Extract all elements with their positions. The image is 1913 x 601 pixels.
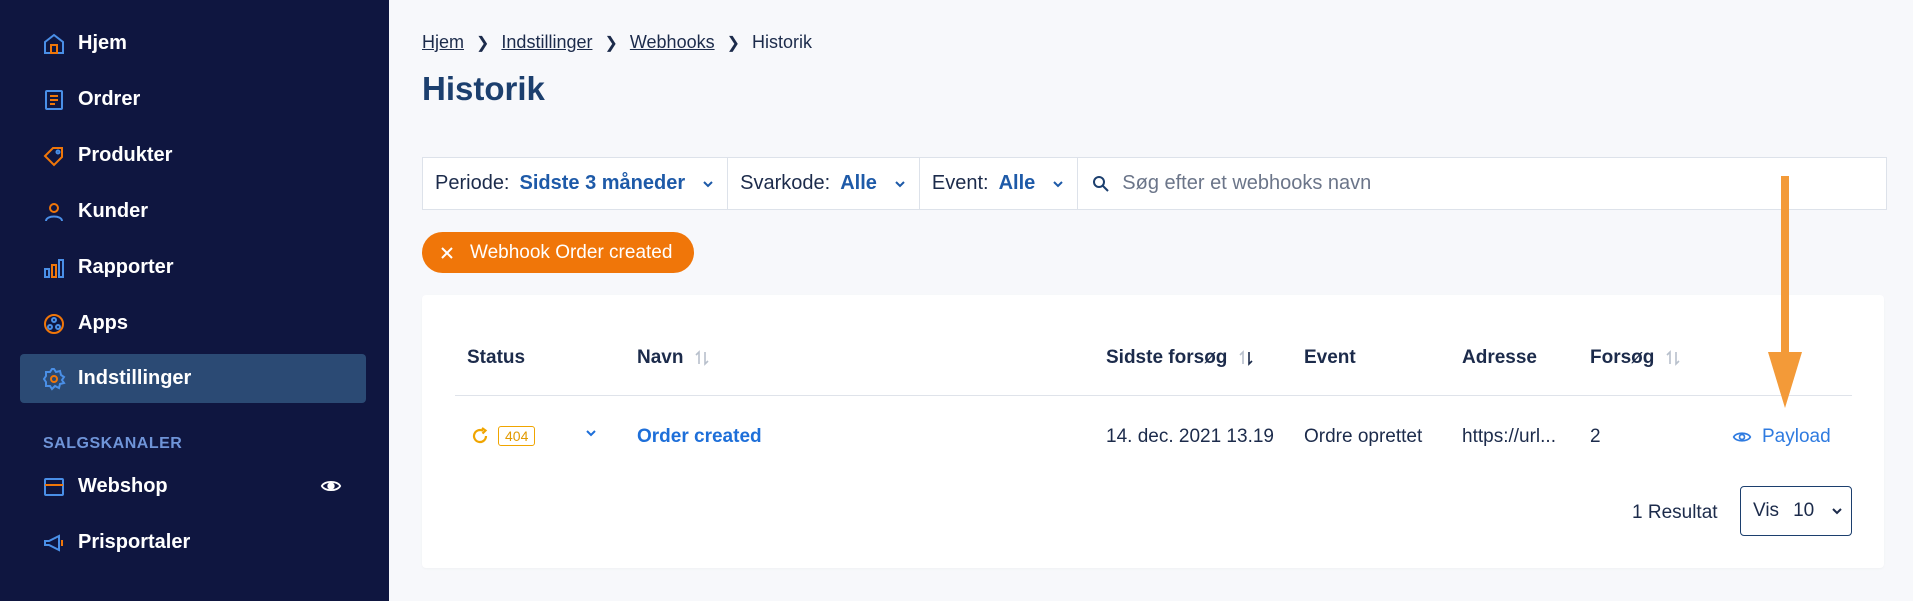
filter-label: Event: bbox=[931, 172, 989, 194]
sidebar-item-label: Webshop bbox=[78, 475, 168, 497]
sidebar-item-orders[interactable]: Ordrer bbox=[20, 75, 366, 124]
history-table-card: Status Navn Sidste forsøg Event Adresse … bbox=[422, 295, 1884, 568]
sidebar-item-reports[interactable]: Rapporter bbox=[20, 243, 366, 292]
breadcrumb-current: Historik bbox=[752, 32, 813, 52]
page-size-label: Vis bbox=[1753, 500, 1780, 521]
payload-label: Payload bbox=[1762, 426, 1831, 447]
column-header-attempts[interactable]: Forsøg bbox=[1590, 347, 1682, 369]
sidebar-item-label: Hjem bbox=[78, 32, 127, 54]
search-field bbox=[1078, 172, 1886, 195]
breadcrumb-separator-icon: ❯ bbox=[726, 34, 740, 52]
chevron-down-icon bbox=[586, 430, 596, 437]
filter-response-code[interactable]: Svarkode: Alle bbox=[728, 158, 920, 209]
store-icon bbox=[42, 475, 66, 499]
annotation-arrow-icon bbox=[1768, 176, 1802, 408]
breadcrumb: Hjem ❯ Indstillinger ❯ Webhooks ❯ Histor… bbox=[422, 32, 812, 53]
webhook-name-link[interactable]: Order created bbox=[637, 426, 762, 448]
sidebar-item-label: Ordrer bbox=[78, 88, 141, 110]
eye-icon bbox=[1732, 432, 1752, 442]
breadcrumb-link-home[interactable]: Hjem bbox=[422, 32, 464, 53]
column-header-label: Event bbox=[1304, 347, 1356, 368]
sidebar-item-apps[interactable]: Apps bbox=[20, 299, 366, 348]
chevron-down-icon bbox=[895, 180, 905, 187]
column-header-event: Event bbox=[1304, 347, 1356, 369]
sort-descending-icon[interactable] bbox=[1237, 349, 1255, 367]
breadcrumb-separator-icon: ❯ bbox=[604, 34, 618, 52]
sidebar-item-home[interactable]: Hjem bbox=[20, 19, 366, 68]
sidebar-item-label: Prisportaler bbox=[78, 531, 191, 553]
section-label-sales-channels: SALGSKANALER bbox=[43, 435, 183, 452]
column-header-label: Navn bbox=[637, 347, 684, 368]
user-icon bbox=[42, 200, 66, 224]
orders-icon bbox=[42, 88, 66, 112]
gear-icon bbox=[42, 367, 66, 391]
address-cell: https://url... bbox=[1462, 426, 1556, 447]
filter-event[interactable]: Event: Alle bbox=[920, 158, 1079, 209]
megaphone-icon bbox=[42, 531, 66, 555]
breadcrumb-link-settings[interactable]: Indstillinger bbox=[501, 32, 592, 53]
search-input[interactable] bbox=[1122, 172, 1723, 195]
last-attempt-cell: 14. dec. 2021 13.19 bbox=[1106, 426, 1274, 447]
page-title: Historik bbox=[422, 70, 545, 107]
sidebar-item-price-portals[interactable]: Prisportaler bbox=[20, 518, 366, 567]
chevron-down-icon bbox=[1053, 180, 1063, 187]
bar-chart-icon bbox=[42, 256, 66, 280]
attempts-cell: 2 bbox=[1590, 426, 1601, 447]
sidebar-item-customers[interactable]: Kunder bbox=[20, 187, 366, 236]
sidebar-item-label: Rapporter bbox=[78, 256, 174, 278]
results-count: 1 Resultat bbox=[1632, 502, 1718, 523]
page-size-value: 10 bbox=[1793, 500, 1815, 521]
column-header-label: Forsøg bbox=[1590, 347, 1655, 368]
column-header-status: Status bbox=[467, 347, 525, 369]
sidebar-item-products[interactable]: Produkter bbox=[20, 131, 366, 180]
expand-row-button[interactable] bbox=[584, 426, 598, 440]
filter-label: Periode: bbox=[435, 172, 510, 194]
column-header-label: Adresse bbox=[1462, 347, 1537, 368]
breadcrumb-separator-icon: ❯ bbox=[476, 34, 490, 52]
close-icon[interactable] bbox=[440, 246, 454, 260]
column-header-address: Adresse bbox=[1462, 347, 1537, 369]
status-cell: 404 bbox=[470, 426, 536, 446]
sidebar-item-label: Apps bbox=[78, 312, 128, 334]
search-icon bbox=[1093, 175, 1109, 192]
sidebar-item-label: Produkter bbox=[78, 144, 173, 166]
sidebar-item-label: Indstillinger bbox=[78, 367, 192, 389]
sort-icon[interactable] bbox=[693, 349, 711, 367]
filter-value: Alle bbox=[840, 172, 877, 194]
home-icon bbox=[42, 32, 66, 56]
filter-value: Sidste 3 måneder bbox=[519, 172, 686, 194]
column-header-name[interactable]: Navn bbox=[637, 347, 711, 369]
filter-value: Alle bbox=[998, 172, 1036, 194]
event-cell: Ordre oprettet bbox=[1304, 426, 1423, 447]
filter-label: Svarkode: bbox=[740, 172, 831, 194]
active-filter-chip[interactable]: Webhook Order created bbox=[422, 232, 694, 273]
chevron-down-icon bbox=[1832, 508, 1842, 515]
chip-label: Webhook Order created bbox=[470, 241, 673, 263]
tag-icon bbox=[42, 144, 66, 168]
chevron-down-icon bbox=[703, 180, 713, 187]
sort-icon[interactable] bbox=[1664, 349, 1682, 367]
apps-icon bbox=[42, 312, 66, 336]
page-size-select[interactable]: Vis 10 bbox=[1740, 486, 1852, 536]
payload-button[interactable]: Payload bbox=[1732, 426, 1831, 448]
filter-bar: Periode: Sidste 3 måneder Svarkode: Alle… bbox=[422, 157, 1887, 210]
sidebar-item-webshop[interactable]: Webshop bbox=[20, 462, 366, 511]
status-code-badge: 404 bbox=[498, 426, 536, 446]
filter-period[interactable]: Periode: Sidste 3 måneder bbox=[423, 158, 729, 209]
sidebar-item-settings[interactable]: Indstillinger bbox=[20, 354, 366, 403]
column-header-label: Sidste forsøg bbox=[1106, 347, 1228, 368]
column-header-last-attempt[interactable]: Sidste forsøg bbox=[1106, 347, 1255, 369]
sidebar-item-label: Kunder bbox=[78, 200, 148, 222]
column-header-label: Status bbox=[467, 347, 526, 368]
breadcrumb-link-webhooks[interactable]: Webhooks bbox=[630, 32, 715, 53]
sidebar: Hjem Ordrer Produkter Kunder Rapporter A… bbox=[0, 0, 389, 601]
table-header-divider bbox=[455, 395, 1852, 396]
retry-icon bbox=[472, 427, 488, 444]
eye-icon[interactable] bbox=[320, 475, 342, 497]
